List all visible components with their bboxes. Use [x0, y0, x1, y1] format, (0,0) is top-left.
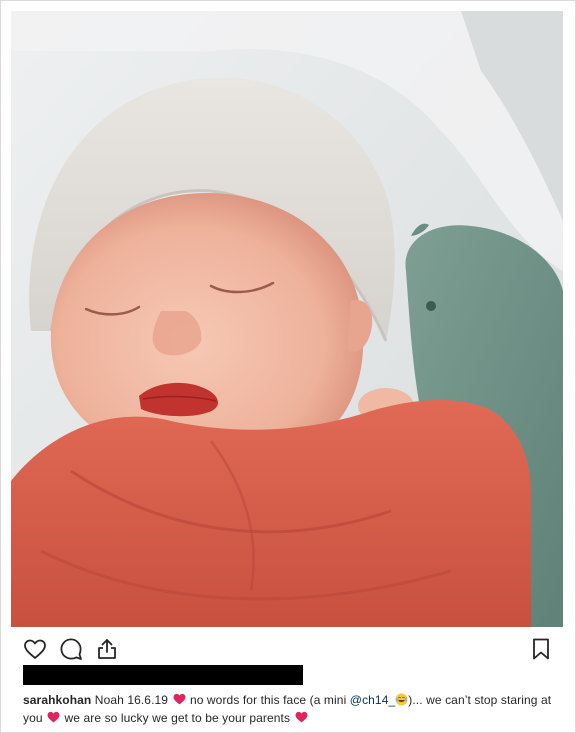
- caption-mention-link[interactable]: @ch14_: [350, 693, 395, 707]
- comment-bubble-icon[interactable]: [59, 637, 85, 663]
- instagram-post: sarahkohan Noah 16.6.19 no words for thi…: [0, 0, 576, 733]
- caption-text-words: no words for this face (a mini: [189, 693, 347, 707]
- caption-text-lucky: we are so lucky we get to be your parent…: [64, 711, 291, 725]
- red-heart-emoji-icon: [295, 710, 308, 723]
- laughing-crying-emoji-icon: [395, 693, 408, 706]
- post-caption: sarahkohan Noah 16.6.19 no words for thi…: [23, 691, 553, 727]
- red-heart-emoji-icon: [47, 710, 60, 723]
- post-actions-bar: [23, 637, 553, 665]
- redaction-bar: [23, 665, 303, 685]
- share-upload-icon[interactable]: [95, 637, 121, 663]
- caption-username[interactable]: sarahkohan: [23, 693, 91, 707]
- bookmark-icon[interactable]: [529, 637, 555, 663]
- heart-outline-icon[interactable]: [23, 637, 49, 663]
- caption-text-date: Noah 16.6.19: [94, 693, 169, 707]
- post-photo[interactable]: [11, 11, 563, 627]
- red-heart-emoji-icon: [173, 692, 186, 705]
